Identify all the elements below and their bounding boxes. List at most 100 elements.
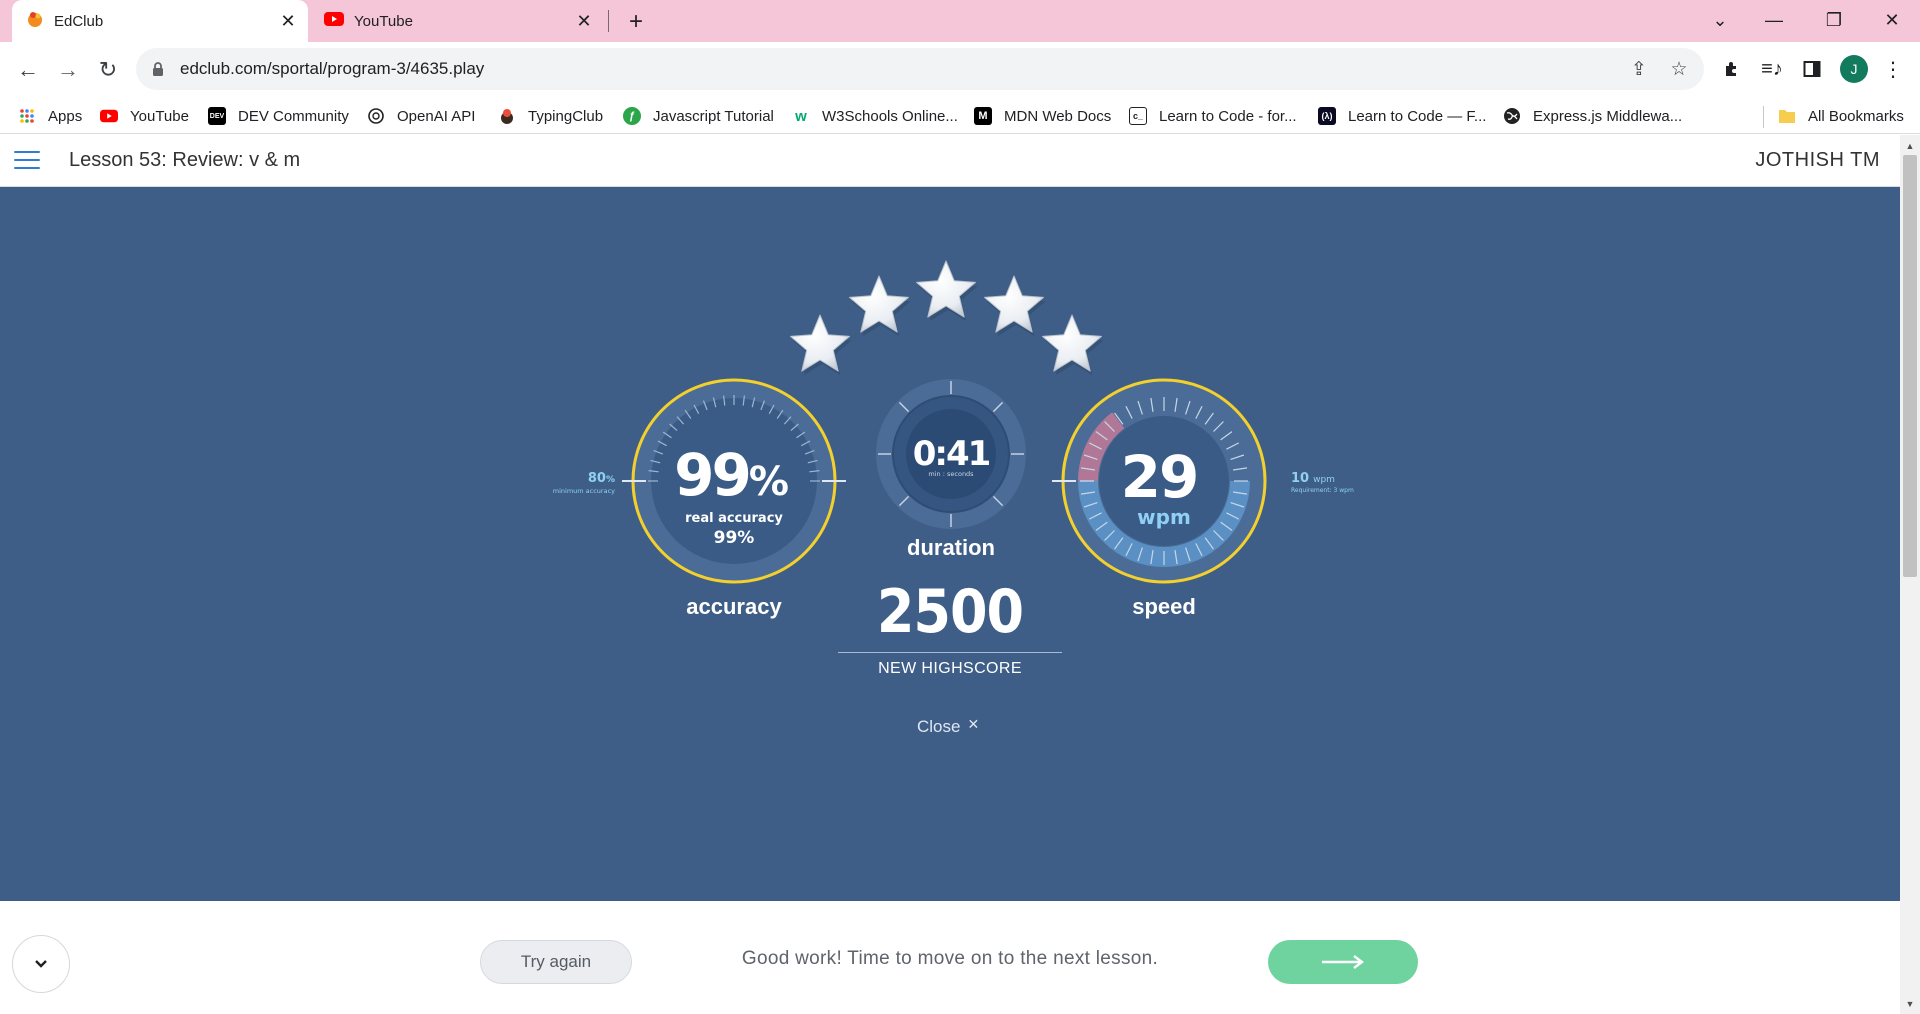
close-results-button[interactable]: Close ✕: [917, 715, 980, 737]
lock-icon: [148, 61, 168, 77]
openai-icon: [367, 107, 385, 125]
menu-kebab-icon[interactable]: ⋮: [1878, 54, 1908, 84]
new-tab-button[interactable]: +: [620, 6, 652, 38]
bookmark-apps[interactable]: Apps: [18, 104, 82, 128]
user-name[interactable]: JOTHISH TM: [1755, 149, 1880, 172]
bookmark-typingclub[interactable]: TypingClub: [498, 104, 603, 128]
profile-avatar[interactable]: J: [1840, 55, 1868, 83]
extensions-icon[interactable]: [1717, 54, 1747, 84]
highscore-label: NEW HIGHSCORE: [878, 660, 1022, 677]
tab-youtube[interactable]: YouTube ✕: [312, 0, 604, 42]
bookmark-label: MDN Web Docs: [1004, 107, 1112, 125]
side-panel-icon[interactable]: [1797, 54, 1827, 84]
bookmark-javascript-tutorial[interactable]: ƒ Javascript Tutorial: [623, 104, 774, 128]
speed-label: speed: [1132, 594, 1196, 619]
window-close-icon[interactable]: ✕: [1864, 0, 1920, 40]
speed-requirement-value: 10 wpm: [1291, 471, 1335, 486]
youtube-icon: [100, 107, 118, 125]
real-accuracy-label: real accuracy: [685, 511, 783, 526]
url-text: edclub.com/sportal/program-3/4635.play: [180, 59, 485, 78]
bookmark-label: Express.js Middlewa...: [1533, 107, 1683, 125]
tab-title: YouTube: [354, 12, 413, 30]
bookmark-label: OpenAI API: [397, 107, 476, 125]
back-arrow-icon[interactable]: ←: [12, 54, 44, 86]
minimize-icon[interactable]: —: [1746, 0, 1802, 40]
bookmark-mdn[interactable]: M MDN Web Docs: [974, 104, 1111, 128]
globe-icon: [1503, 107, 1521, 125]
bookmark-openai-api[interactable]: OpenAI API: [367, 104, 475, 128]
bookmark-label: TypingClub: [528, 107, 604, 125]
scroll-down-icon[interactable]: ▼: [1900, 995, 1920, 1013]
accuracy-label: accuracy: [686, 594, 782, 619]
speed-unit: wpm: [1137, 505, 1191, 529]
tab-divider: [608, 10, 609, 32]
bookmark-w3schools[interactable]: w W3Schools Online...: [792, 104, 958, 128]
bookmark-label: Learn to Code — F...: [1348, 107, 1487, 125]
bookmark-label: YouTube: [130, 107, 189, 125]
next-lesson-button[interactable]: [1268, 940, 1418, 984]
edclub-icon: [26, 10, 44, 32]
bookmark-label: All Bookmarks: [1808, 107, 1904, 125]
chevron-down-icon[interactable]: [12, 935, 70, 993]
scrollbar-thumb[interactable]: [1903, 155, 1917, 577]
browser-toolbar: ← → ↻ edclub.com/sportal/program-3/4635.…: [0, 42, 1920, 98]
tab-strip: EdClub ✕ YouTube ✕ + ⌄ — ❐ ✕: [0, 0, 1920, 42]
bookmark-label: DEV Community: [238, 107, 349, 125]
hamburger-menu-icon[interactable]: [14, 150, 40, 170]
close-tab-icon[interactable]: ✕: [570, 7, 598, 35]
speed-dial: 29 wpm 10 wpm Requirement: 3 wpm: [1052, 378, 1354, 584]
duration-sublabel: min : seconds: [928, 470, 974, 478]
tab-title: EdClub: [54, 12, 104, 30]
bookmark-label: Apps: [48, 107, 83, 125]
results-panel: 99% real accuracy 99% 80% minimum accura…: [0, 187, 1900, 901]
bookmark-express-middleware[interactable]: Express.js Middlewa...: [1503, 104, 1682, 128]
close-tab-icon[interactable]: ✕: [274, 7, 302, 35]
close-label: Close: [917, 717, 961, 736]
bookmark-dev-community[interactable]: DEV DEV Community: [208, 104, 349, 128]
w3schools-icon: w: [795, 107, 807, 125]
minimum-accuracy-value: 80%: [588, 471, 615, 486]
duration-value: 0:41: [913, 434, 990, 474]
bookmark-label: Learn to Code - for...: [1159, 107, 1297, 125]
freecodecamp-icon: c_: [1129, 107, 1147, 125]
bookmark-label: W3Schools Online...: [822, 107, 958, 125]
minimum-accuracy-label: minimum accuracy: [553, 487, 615, 495]
accuracy-dial: 99% real accuracy 99% 80% minimum accura…: [553, 378, 846, 584]
completion-message: Good work! Time to move on to the next l…: [741, 948, 1159, 969]
typingclub-icon: [498, 107, 516, 125]
apps-grid-icon: [18, 107, 36, 125]
address-bar[interactable]: edclub.com/sportal/program-3/4635.play ⇪…: [136, 48, 1704, 90]
bookmarks-divider: [1763, 106, 1764, 128]
media-control-icon[interactable]: ≡♪: [1757, 54, 1787, 84]
mdn-icon: M: [974, 107, 992, 125]
share-icon[interactable]: ⇪: [1626, 56, 1652, 82]
try-again-button[interactable]: Try again: [480, 940, 632, 984]
freecodecamp-icon: (λ): [1318, 107, 1336, 125]
browser-window: EdClub ✕ YouTube ✕ + ⌄ — ❐ ✕ ← → ↻ edclu…: [0, 0, 1920, 1014]
duration-dial: 0:41 min : seconds: [876, 379, 1026, 529]
duration-label: duration: [907, 535, 995, 560]
javascript-icon: ƒ: [623, 107, 641, 125]
bookmark-youtube[interactable]: YouTube: [100, 104, 189, 128]
restore-icon[interactable]: ❐: [1806, 0, 1862, 40]
scroll-up-icon[interactable]: ▲: [1900, 137, 1920, 155]
arrow-right-icon: [1322, 955, 1364, 969]
close-icon: ✕: [967, 715, 980, 732]
tab-search-icon[interactable]: ⌄: [1692, 0, 1748, 40]
youtube-icon: [324, 12, 344, 30]
speed-requirement-label: Requirement: 3 wpm: [1291, 487, 1354, 494]
lesson-title: Lesson 53: Review: v & m: [69, 149, 301, 171]
tab-edclub[interactable]: EdClub ✕: [12, 0, 308, 42]
reload-icon[interactable]: ↻: [92, 54, 124, 86]
bookmark-star-icon[interactable]: ☆: [1666, 56, 1692, 82]
bookmark-learn-to-code-1[interactable]: c_ Learn to Code - for...: [1129, 104, 1297, 128]
lesson-footer: Try again Good work! Time to move on to …: [0, 901, 1900, 1014]
bookmark-label: Javascript Tutorial: [653, 107, 774, 125]
dev-icon: DEV: [208, 107, 226, 125]
bookmark-learn-to-code-2[interactable]: (λ) Learn to Code — F...: [1318, 104, 1486, 128]
highscore-value: 2500: [876, 577, 1024, 647]
forward-arrow-icon[interactable]: →: [52, 54, 84, 86]
bookmarks-bar: Apps YouTube DEV DEV Community OpenAI AP…: [0, 98, 1920, 134]
all-bookmarks[interactable]: All Bookmarks: [1778, 104, 1904, 128]
speed-value: 29: [1121, 443, 1198, 511]
